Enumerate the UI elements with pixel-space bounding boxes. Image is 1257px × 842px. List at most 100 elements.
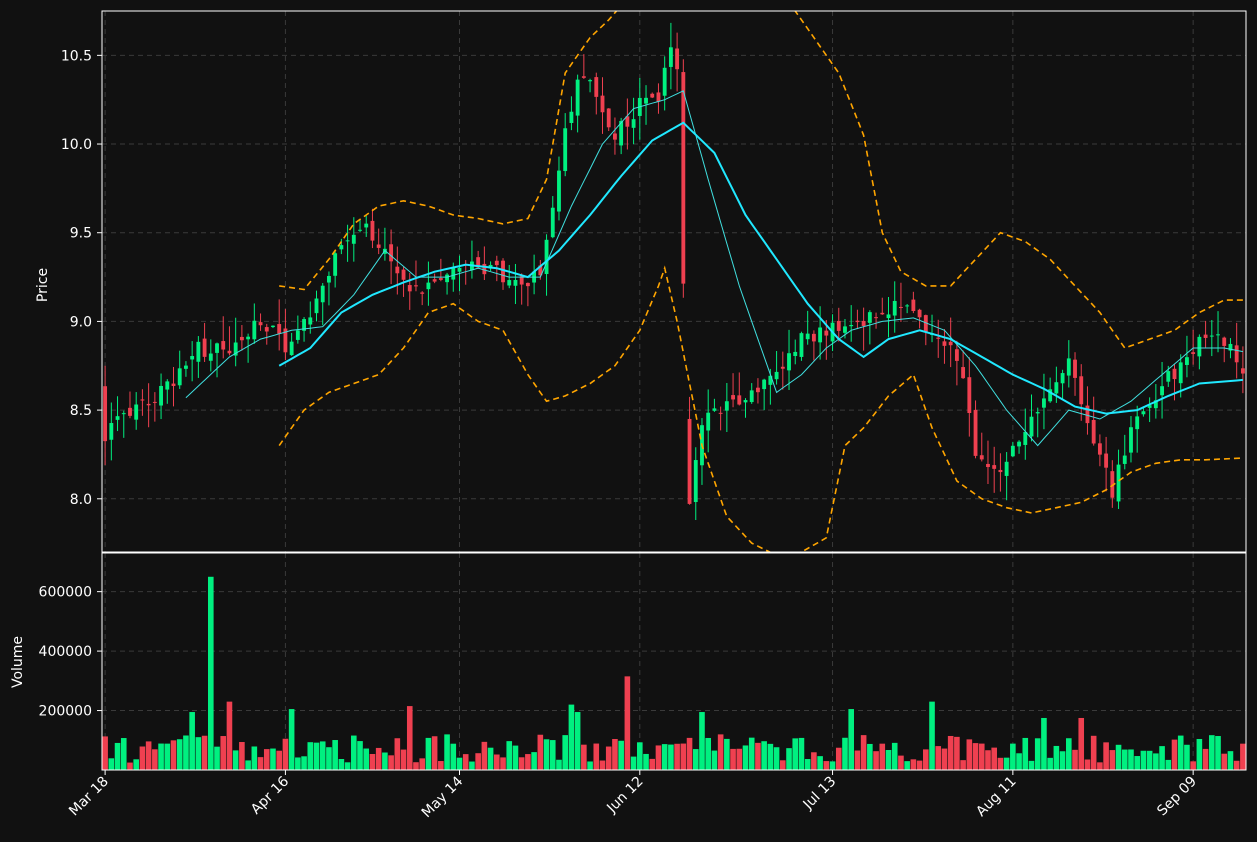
candle-body [917,309,922,318]
volume-bar [145,741,152,770]
candle-body [1017,441,1021,447]
volume-bar [139,746,146,770]
volume-bar [326,747,332,770]
candle-body [1222,337,1227,346]
candle-body [662,67,667,96]
candle-body [1185,357,1189,365]
candle-body [1079,376,1084,405]
volume-bar [823,761,830,770]
volume-bar [1196,738,1203,770]
volume-bar [817,756,823,770]
volume-bar [1209,735,1215,770]
volume-bar [655,745,662,770]
volume-bar [1121,749,1128,770]
volume-bar [506,741,513,770]
candle-body [1054,382,1059,394]
candle-body [961,367,966,379]
candle-body [1129,427,1133,453]
volume-bar [1227,751,1234,770]
volume-bar [879,743,886,770]
volume-bar [1240,743,1246,770]
candle-body [351,234,356,244]
volume-bar [189,712,195,770]
candle-body [867,312,872,323]
candle-body [905,305,910,307]
volume-bar [780,760,786,770]
candle-body [613,133,617,140]
volume-bar [388,755,394,770]
volume-bar [201,735,208,770]
volume-bar [574,712,581,770]
volume-bar [767,743,774,770]
volume-bar [848,709,854,770]
volume-bar [668,744,674,770]
candle-body [588,80,592,82]
candle-body [507,280,512,286]
candle-body [973,409,978,456]
candle-body [650,93,655,98]
candle-body [202,338,207,357]
candle-body [675,48,680,70]
candle-body [1066,358,1071,376]
volume-bar [842,737,848,770]
candle-body [525,282,530,287]
candle-body [184,365,188,369]
volume-bar [127,762,133,770]
volume-bar [257,757,264,770]
candle-body [855,320,860,323]
candle-body [1203,334,1208,338]
volume-bar [705,737,711,770]
candle-body [799,333,804,357]
candle-body [843,326,847,333]
candle-body [109,423,114,440]
volume-bar [1215,736,1221,770]
candle-body [333,253,338,276]
volume-bar [587,761,593,770]
candle-body [668,47,673,67]
candle-body [239,336,244,341]
candle-body [1060,373,1065,384]
candle-body [308,317,313,325]
volume-bar [481,741,488,770]
volume-bar [605,746,612,770]
candle-body [196,341,201,362]
volume-bar [313,742,320,770]
volume-tick-label: 400000 [39,644,92,660]
volume-bar [1078,717,1085,770]
candle-body [899,306,903,308]
candle-body [414,285,418,287]
volume-bar [133,759,139,770]
volume-bar [1097,762,1103,770]
volume-bar [1066,738,1072,770]
candle-body [631,119,636,128]
candle-body [824,330,829,336]
candle-body [749,390,754,403]
volume-bar [978,743,985,770]
volume-bar [904,761,910,770]
candle-body [339,245,344,250]
candle-body [724,401,729,411]
volume-bar [935,746,942,770]
candle-body [606,108,611,128]
volume-bar [1016,753,1022,770]
candle-body [563,128,568,172]
price-tick-label: 8.0 [70,492,92,508]
candle-body [345,240,350,242]
volume-bar [798,737,805,770]
volume-bar [811,752,817,770]
volume-bar [307,742,314,770]
price-tick-label: 9.5 [70,226,92,242]
candle-body [165,381,170,390]
volume-bar [270,748,276,770]
volume-bar [208,576,214,770]
candle-body [1234,345,1239,363]
candle-body [246,336,251,340]
volume-bar [226,701,233,770]
candle-body [693,460,698,503]
volume-bar [120,738,127,770]
candle-body [320,285,325,303]
volume-bar [537,734,544,770]
volume-bar [1115,744,1122,770]
candle-body [271,325,275,328]
price-tick-label: 10.5 [61,48,92,64]
